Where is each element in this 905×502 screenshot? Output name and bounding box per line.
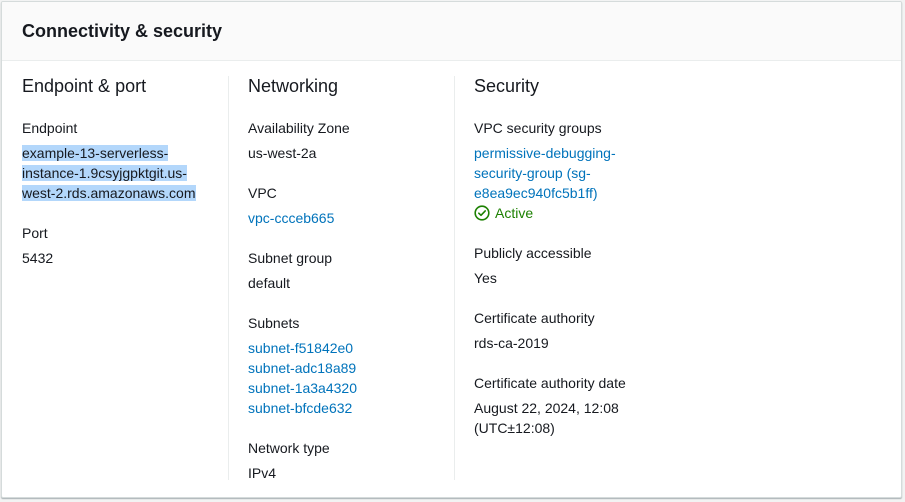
network-type-label: Network type xyxy=(248,440,330,456)
endpoint-port-heading: Endpoint & port xyxy=(22,76,147,96)
subnets-field: Subnets subnet-f51842e0 subnet-adc18a89 … xyxy=(248,313,448,418)
vpc-security-groups-label: VPC security groups xyxy=(474,120,602,136)
subnet-group-label: Subnet group xyxy=(248,250,333,266)
subnet-link[interactable]: subnet-1a3a4320 xyxy=(248,378,448,398)
publicly-accessible-field: Publicly accessible Yes xyxy=(474,243,714,288)
certificate-date-line: August 22, 2024, 12:08 xyxy=(474,400,619,416)
port-field: Port 5432 xyxy=(22,223,222,268)
column-divider xyxy=(228,76,229,480)
vpc-security-groups-field: VPC security groups permissive-debugging… xyxy=(474,118,714,223)
endpoint-value-line[interactable]: west-2.rds.amazonaws.com xyxy=(22,185,196,201)
security-group-link-line[interactable]: e8ea9ec940fc5b1ff) xyxy=(474,185,598,201)
check-circle-icon xyxy=(474,205,490,221)
endpoint-label: Endpoint xyxy=(22,120,78,136)
certificate-authority-value: rds-ca-2019 xyxy=(474,335,549,351)
endpoint-value-line[interactable]: instance-1.9csyjgpktgit.us- xyxy=(22,165,187,181)
networking-heading: Networking xyxy=(248,76,339,96)
port-label: Port xyxy=(22,225,48,241)
availability-zone-field: Availability Zone us-west-2a xyxy=(248,118,448,163)
certificate-authority-label: Certificate authority xyxy=(474,310,595,326)
certificate-authority-field: Certificate authority rds-ca-2019 xyxy=(474,308,714,353)
endpoint-value-line[interactable]: example-13-serverless- xyxy=(22,145,169,161)
subnet-group-value: default xyxy=(248,275,291,291)
columns-container: Endpoint & port Endpoint example-13-serv… xyxy=(2,61,901,497)
vpc-link[interactable]: vpc-ccceb665 xyxy=(248,208,448,228)
security-heading: Security xyxy=(474,76,540,96)
certificate-authority-date-label: Certificate authority date xyxy=(474,375,626,391)
certificate-authority-date-field: Certificate authority date August 22, 20… xyxy=(474,373,714,438)
security-group-link[interactable]: permissive-debugging- security-group (sg… xyxy=(474,143,714,203)
subnet-group-field: Subnet group default xyxy=(248,248,448,293)
security-group-link-line[interactable]: security-group (sg- xyxy=(474,165,591,181)
subnets-label: Subnets xyxy=(248,315,300,331)
subnets-list: subnet-f51842e0 subnet-adc18a89 subnet-1… xyxy=(248,338,448,418)
availability-zone-label: Availability Zone xyxy=(248,120,350,136)
network-type-field: Network type IPv4 xyxy=(248,438,448,483)
availability-zone-value: us-west-2a xyxy=(248,145,317,161)
subnet-link[interactable]: subnet-bfcde632 xyxy=(248,398,448,418)
certificate-date-line: (UTC±12:08) xyxy=(474,420,555,436)
connectivity-security-panel: Connectivity & security Endpoint & port … xyxy=(1,1,902,498)
column-divider xyxy=(454,76,455,480)
security-group-link-line[interactable]: permissive-debugging- xyxy=(474,145,616,161)
panel-title: Connectivity & security xyxy=(22,20,223,41)
endpoint-field: Endpoint example-13-serverless- instance… xyxy=(22,118,222,203)
vpc-field: VPC vpc-ccceb665 xyxy=(248,183,448,228)
panel-header: Connectivity & security xyxy=(2,2,901,61)
subnet-link[interactable]: subnet-adc18a89 xyxy=(248,358,448,378)
endpoint-value[interactable]: example-13-serverless- instance-1.9csyjg… xyxy=(22,143,200,203)
subnet-link[interactable]: subnet-f51842e0 xyxy=(248,338,448,358)
publicly-accessible-value: Yes xyxy=(474,270,497,286)
security-group-status: Active xyxy=(474,203,714,223)
publicly-accessible-label: Publicly accessible xyxy=(474,245,592,261)
network-type-value: IPv4 xyxy=(248,465,277,481)
status-text: Active xyxy=(495,205,534,221)
port-value: 5432 xyxy=(22,250,54,266)
vpc-label: VPC xyxy=(248,185,277,201)
certificate-authority-date-value: August 22, 2024, 12:08 (UTC±12:08) xyxy=(474,398,714,438)
